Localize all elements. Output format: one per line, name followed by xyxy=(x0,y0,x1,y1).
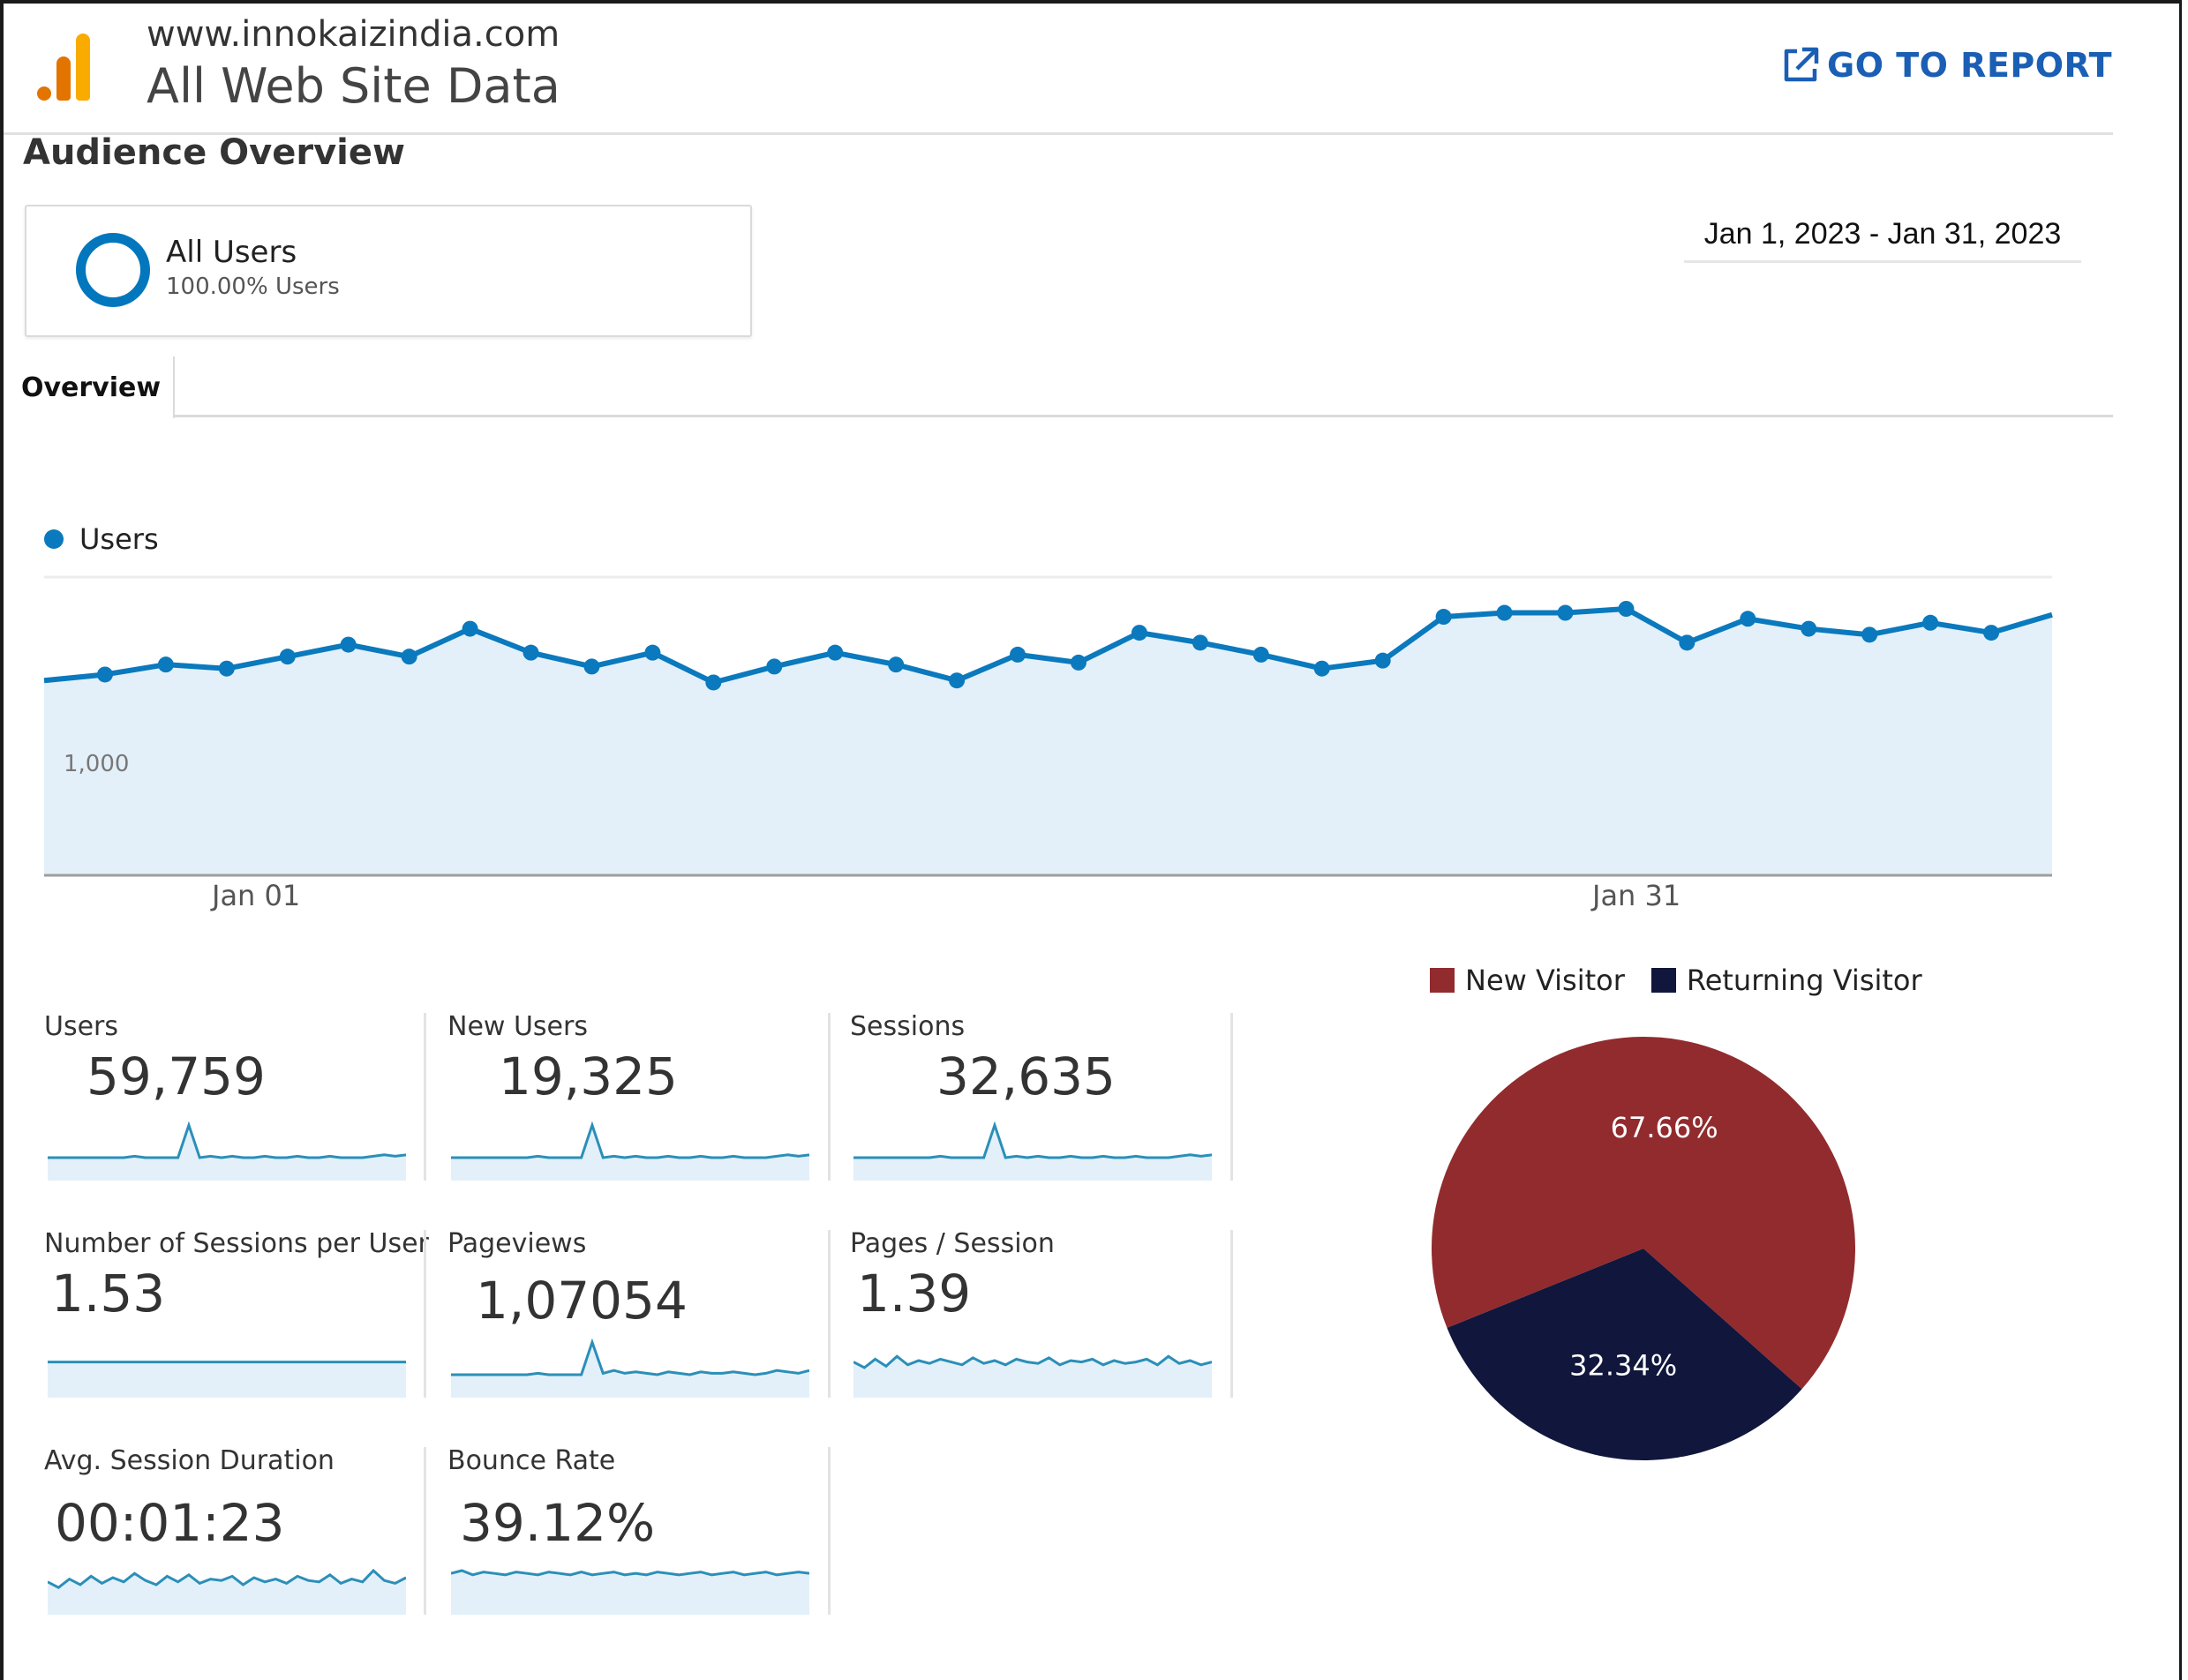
swatch-icon xyxy=(1650,968,1676,993)
metric-divider xyxy=(828,1447,831,1615)
metric-sessions[interactable]: Sessions 32,635 xyxy=(850,1011,1238,1188)
analytics-logo-icon xyxy=(32,34,94,101)
metric-label: Pages / Session xyxy=(850,1228,1055,1259)
sparkline-area xyxy=(451,1125,809,1181)
sparkline xyxy=(48,1361,406,1398)
segment-card[interactable]: All Users 100.00% Users xyxy=(25,205,752,337)
sparkline xyxy=(853,1354,1212,1398)
metric-avg-session-duration[interactable]: Avg. Session Duration 00:01:23 xyxy=(44,1445,432,1622)
tab-divider xyxy=(173,415,2113,417)
metric-value: 1.39 xyxy=(857,1264,972,1324)
pie-legend-label: Returning Visitor xyxy=(1686,964,1922,997)
sparkline-area xyxy=(451,1342,809,1398)
metric-divider xyxy=(828,1013,831,1181)
sparkline-line xyxy=(853,1121,1212,1159)
pie-legend-returning-visitor[interactable]: Returning Visitor xyxy=(1650,964,1922,997)
metric-divider xyxy=(424,1447,426,1615)
metric-divider xyxy=(424,1230,426,1398)
pie-slice-label: 32.34% xyxy=(1569,1348,1677,1382)
segment-name: All Users xyxy=(166,235,297,270)
sparkline-area xyxy=(48,1361,406,1398)
sparkline xyxy=(451,1121,809,1181)
open-external-icon xyxy=(1784,47,1819,82)
metric-divider xyxy=(828,1230,831,1398)
sparkline xyxy=(451,1338,809,1398)
metric-value: 59,759 xyxy=(86,1046,266,1106)
metric-divider xyxy=(1230,1230,1233,1398)
metric-label: Users xyxy=(44,1011,119,1042)
metric-new-users[interactable]: New Users 19,325 xyxy=(447,1011,836,1188)
metric-pageviews[interactable]: Pageviews 1,07054 xyxy=(447,1228,836,1405)
metric-label: Number of Sessions per User xyxy=(44,1228,429,1259)
sparkline xyxy=(48,1121,406,1181)
legend-dot-icon xyxy=(44,529,64,549)
sparkline-area xyxy=(48,1125,406,1181)
metric-label: Avg. Session Duration xyxy=(44,1445,335,1476)
sparkline-area xyxy=(451,1571,809,1615)
sparkline-area xyxy=(853,1125,1212,1181)
metric-label: Sessions xyxy=(850,1011,966,1042)
pie-slice-label: 67.66% xyxy=(1611,1111,1718,1144)
metric-value: 1,07054 xyxy=(476,1271,688,1331)
metric-value: 32,635 xyxy=(936,1046,1116,1106)
sparkline xyxy=(451,1569,809,1615)
view-name: All Web Site Data xyxy=(147,58,560,114)
segment-ring-icon xyxy=(76,233,150,307)
metric-users[interactable]: Users 59,759 xyxy=(44,1011,432,1188)
metric-sessions-per-user[interactable]: Number of Sessions per User 1.53 xyxy=(44,1228,432,1405)
date-range-picker[interactable]: Jan 1, 2023 - Jan 31, 2023 xyxy=(1684,217,2081,263)
go-to-report-label: GO TO REPORT xyxy=(1827,46,2113,85)
metric-pages-per-session[interactable]: Pages / Session 1.39 xyxy=(850,1228,1238,1405)
sparkline-line xyxy=(451,1338,809,1376)
metric-label: New Users xyxy=(447,1011,588,1042)
pie-legend-label: New Visitor xyxy=(1465,964,1625,997)
pie-legend: New Visitor Returning Visitor xyxy=(1430,964,1949,997)
metric-divider xyxy=(424,1013,426,1181)
metric-bounce-rate[interactable]: Bounce Rate 39.12% xyxy=(447,1445,836,1622)
go-to-report-button[interactable]: GO TO REPORT xyxy=(1779,44,2112,86)
sparkline xyxy=(48,1568,406,1615)
metric-value: 00:01:23 xyxy=(55,1493,285,1553)
sparkline-line xyxy=(48,1121,406,1159)
metric-value: 19,325 xyxy=(499,1046,678,1106)
sparkline-line xyxy=(451,1121,809,1159)
metric-divider xyxy=(1230,1013,1233,1181)
sparkline xyxy=(853,1121,1212,1181)
metric-label: Pageviews xyxy=(447,1228,587,1259)
swatch-icon xyxy=(1430,968,1455,993)
metric-value: 1.53 xyxy=(51,1264,166,1324)
sparkline-line xyxy=(451,1569,809,1577)
metric-label: Bounce Rate xyxy=(447,1445,616,1476)
chart-legend-users[interactable]: Users xyxy=(44,522,159,556)
tab-overview[interactable]: Overview xyxy=(9,356,175,418)
legend-label: Users xyxy=(79,522,159,556)
page-title: Audience Overview xyxy=(23,132,405,173)
visitor-pie-chart: 67.66% 32.34% xyxy=(1432,1037,1855,1460)
metric-value: 39.12% xyxy=(460,1493,656,1553)
pie-legend-new-visitor[interactable]: New Visitor xyxy=(1430,964,1625,997)
site-url: www.innokaizindia.com xyxy=(147,14,560,55)
segment-percent: 100.00% Users xyxy=(166,274,340,300)
